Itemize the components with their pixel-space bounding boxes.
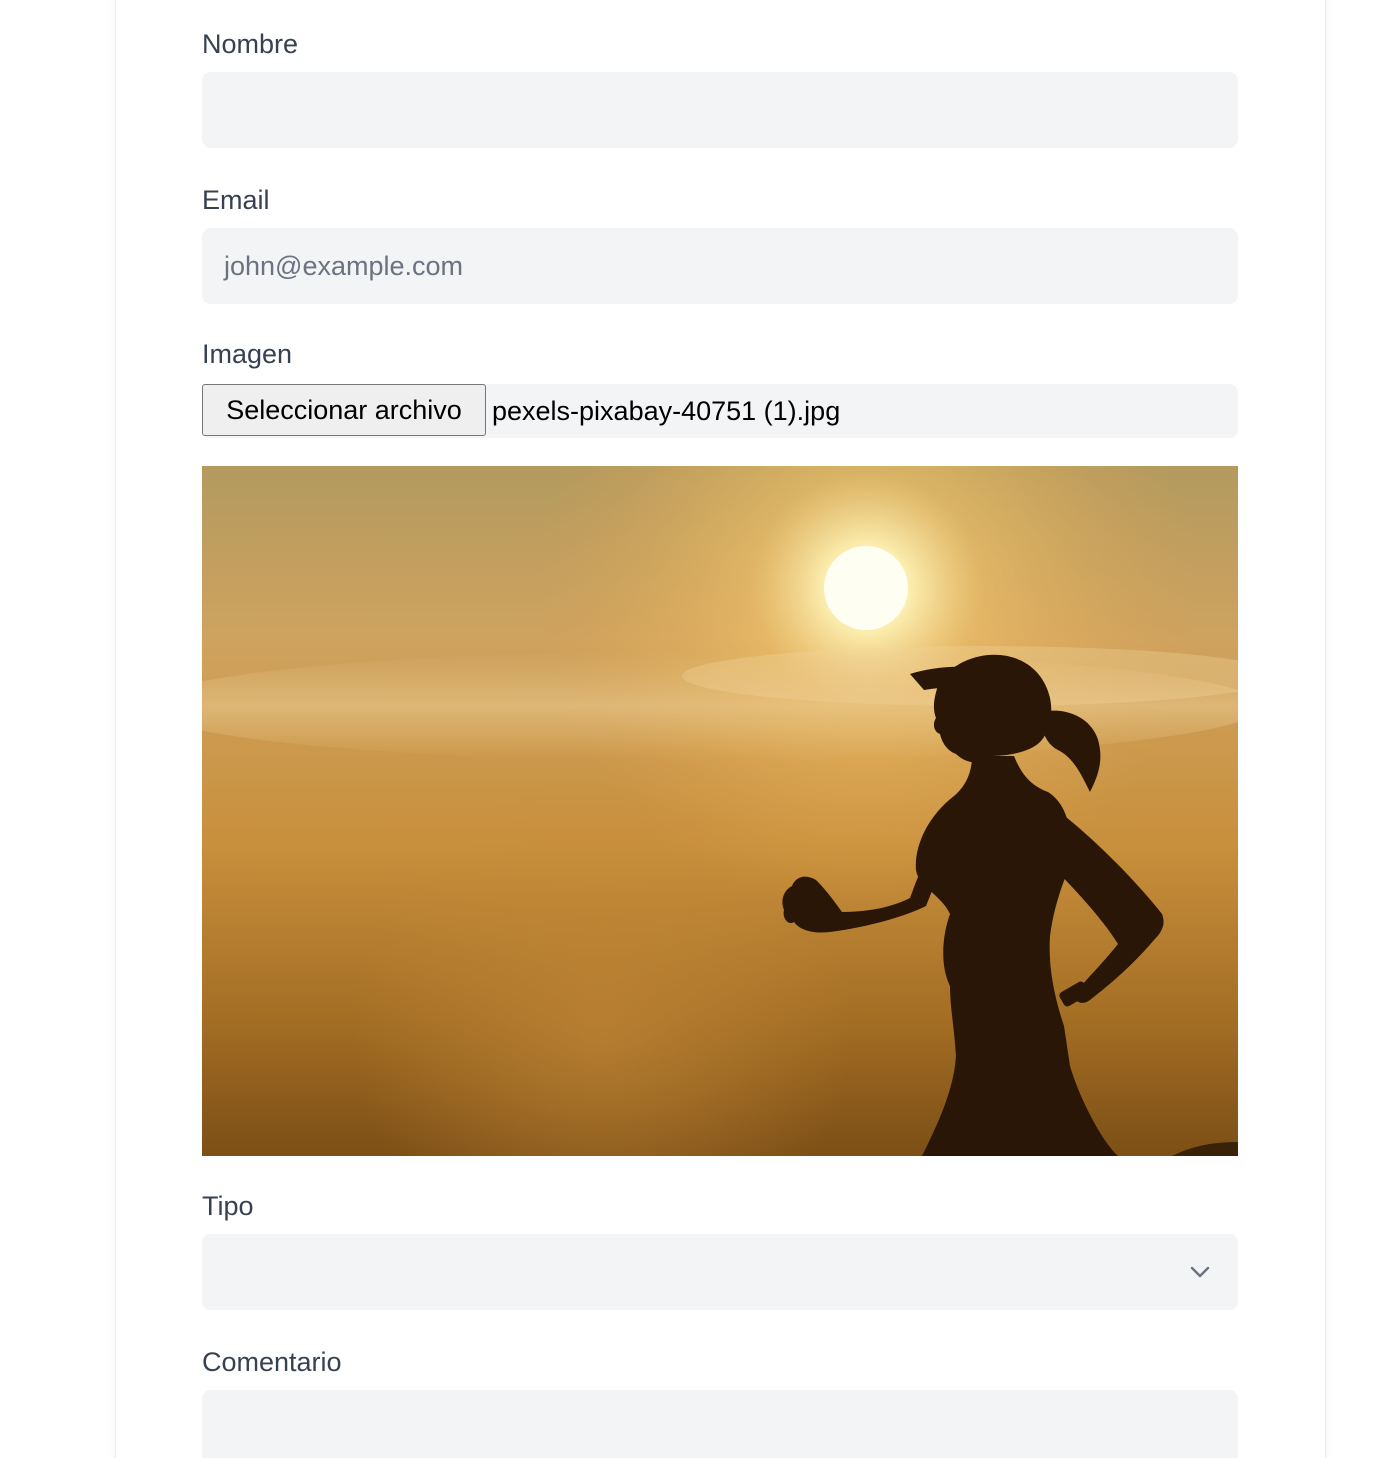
type-select[interactable] (202, 1234, 1238, 1310)
comment-textarea[interactable] (202, 1390, 1238, 1458)
image-label: Imagen (202, 339, 293, 369)
type-label: Tipo (202, 1191, 254, 1221)
page: Nombre Email john@example.com Imagen Sel… (0, 0, 1390, 1458)
selected-file-name: pexels-pixabay-40751 (1).jpg (492, 395, 841, 426)
image-preview (202, 466, 1238, 1156)
select-file-button[interactable]: Seleccionar archivo (202, 384, 486, 436)
email-input[interactable]: john@example.com (202, 228, 1238, 304)
name-input[interactable] (202, 72, 1238, 148)
chevron-down-icon (1190, 1266, 1210, 1278)
comment-label: Comentario (202, 1347, 342, 1377)
image-file-input[interactable]: Seleccionar archivo pexels-pixabay-40751… (202, 384, 1238, 438)
email-input-placeholder: john@example.com (224, 250, 464, 281)
email-label: Email (202, 185, 270, 215)
name-label: Nombre (202, 29, 299, 59)
